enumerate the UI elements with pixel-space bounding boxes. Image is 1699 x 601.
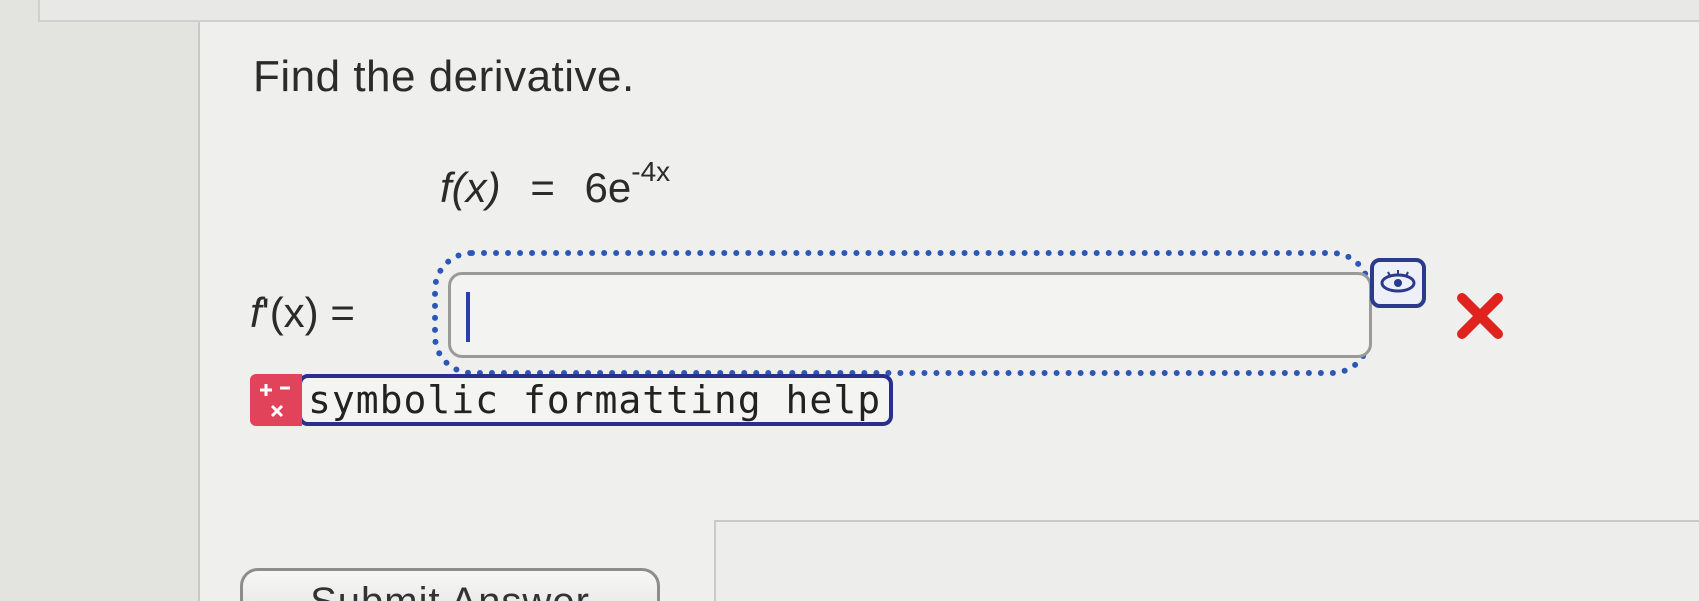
symbolic-formatting-help-link[interactable]: symbolic formatting help [250,374,894,426]
function-exponent: -4x [631,156,671,187]
submit-answer-button[interactable]: Submit Answer [240,568,660,601]
page: Find the derivative. f(x) = 6e-4x f'(x) … [0,0,1699,601]
preview-button[interactable] [1370,258,1426,308]
answer-input[interactable] [448,272,1372,358]
derivative-rest: '(x) = [261,289,355,336]
side-box [714,520,1699,601]
incorrect-x-icon [1457,293,1503,339]
top-bar [38,0,1699,22]
eye-icon [1380,270,1416,293]
question-prompt: Find the derivative. [253,52,635,101]
plus-minus-times-icon [250,374,302,426]
function-definition: f(x) = 6e-4x [440,156,670,212]
equals-sign: = [530,164,555,211]
function-lhs: f(x) [440,164,501,211]
help-link-label: symbolic formatting help [298,374,894,426]
text-caret [466,292,470,342]
left-margin [0,0,198,601]
derivative-label: f'(x) = [250,289,355,337]
derivative-f: f [250,289,262,336]
function-coefficient: 6e [584,164,632,211]
